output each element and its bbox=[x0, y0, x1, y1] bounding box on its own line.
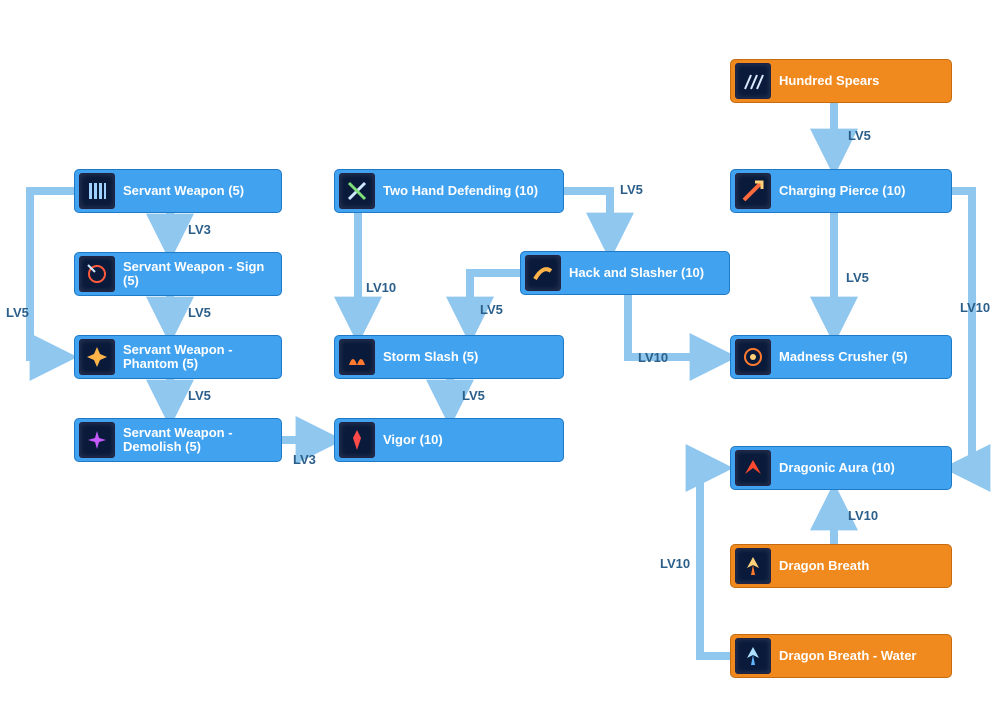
edge-label: LV10 bbox=[366, 280, 396, 295]
skill-servant-sign[interactable]: Servant Weapon - Sign (5) bbox=[74, 252, 282, 296]
servant-phantom-icon bbox=[79, 339, 115, 375]
dragon-breath-icon bbox=[735, 548, 771, 584]
skill-servant-weapon[interactable]: Servant Weapon (5) bbox=[74, 169, 282, 213]
edge-label: LV3 bbox=[293, 452, 316, 467]
edge-label: LV10 bbox=[660, 556, 690, 571]
edge-label: LV3 bbox=[188, 222, 211, 237]
edge-label: LV10 bbox=[638, 350, 668, 365]
servant-sign-icon bbox=[79, 256, 115, 292]
skill-vigor[interactable]: Vigor (10) bbox=[334, 418, 564, 462]
skill-tree: { "skills": { "servant_weapon": { "label… bbox=[0, 0, 1000, 722]
madness-crusher-icon bbox=[735, 339, 771, 375]
skill-hack-and-slasher[interactable]: Hack and Slasher (10) bbox=[520, 251, 730, 295]
dragon-breath-water-icon bbox=[735, 638, 771, 674]
edge-label: LV5 bbox=[620, 182, 643, 197]
skill-label: Storm Slash (5) bbox=[379, 350, 563, 364]
edge-label: LV5 bbox=[6, 305, 29, 320]
edge-label: LV5 bbox=[846, 270, 869, 285]
skill-label: Dragon Breath bbox=[775, 559, 951, 573]
skill-two-hand-defending[interactable]: Two Hand Defending (10) bbox=[334, 169, 564, 213]
vigor-icon bbox=[339, 422, 375, 458]
edge-label: LV10 bbox=[848, 508, 878, 523]
skill-label: Dragon Breath - Water bbox=[775, 649, 951, 663]
skill-storm-slash[interactable]: Storm Slash (5) bbox=[334, 335, 564, 379]
edge-label: LV5 bbox=[848, 128, 871, 143]
skill-label: Charging Pierce (10) bbox=[775, 184, 951, 198]
edge-label: LV5 bbox=[188, 305, 211, 320]
edge-label: LV5 bbox=[462, 388, 485, 403]
edge-label: LV5 bbox=[188, 388, 211, 403]
skill-label: Servant Weapon - Phantom (5) bbox=[119, 343, 281, 372]
skill-charging-pierce[interactable]: Charging Pierce (10) bbox=[730, 169, 952, 213]
skill-servant-phantom[interactable]: Servant Weapon - Phantom (5) bbox=[74, 335, 282, 379]
skill-dragon-breath[interactable]: Dragon Breath bbox=[730, 544, 952, 588]
servant-weapon-icon bbox=[79, 173, 115, 209]
skill-label: Dragonic Aura (10) bbox=[775, 461, 951, 475]
hack-and-slasher-icon bbox=[525, 255, 561, 291]
hundred-spears-icon bbox=[735, 63, 771, 99]
skill-label: Hundred Spears bbox=[775, 74, 951, 88]
skill-label: Hack and Slasher (10) bbox=[565, 266, 729, 280]
skill-label: Vigor (10) bbox=[379, 433, 563, 447]
charging-pierce-icon bbox=[735, 173, 771, 209]
skill-label: Servant Weapon - Sign (5) bbox=[119, 260, 281, 289]
dragonic-aura-icon bbox=[735, 450, 771, 486]
skill-dragonic-aura[interactable]: Dragonic Aura (10) bbox=[730, 446, 952, 490]
edge-label: LV10 bbox=[960, 300, 990, 315]
skill-label: Two Hand Defending (10) bbox=[379, 184, 563, 198]
edge-label: LV5 bbox=[480, 302, 503, 317]
skill-label: Servant Weapon (5) bbox=[119, 184, 281, 198]
storm-slash-icon bbox=[339, 339, 375, 375]
skill-dragon-breath-water[interactable]: Dragon Breath - Water bbox=[730, 634, 952, 678]
skill-madness-crusher[interactable]: Madness Crusher (5) bbox=[730, 335, 952, 379]
servant-demolish-icon bbox=[79, 422, 115, 458]
skill-label: Madness Crusher (5) bbox=[775, 350, 951, 364]
skill-servant-demolish[interactable]: Servant Weapon - Demolish (5) bbox=[74, 418, 282, 462]
two-hand-defending-icon bbox=[339, 173, 375, 209]
skill-label: Servant Weapon - Demolish (5) bbox=[119, 426, 281, 455]
skill-hundred-spears[interactable]: Hundred Spears bbox=[730, 59, 952, 103]
